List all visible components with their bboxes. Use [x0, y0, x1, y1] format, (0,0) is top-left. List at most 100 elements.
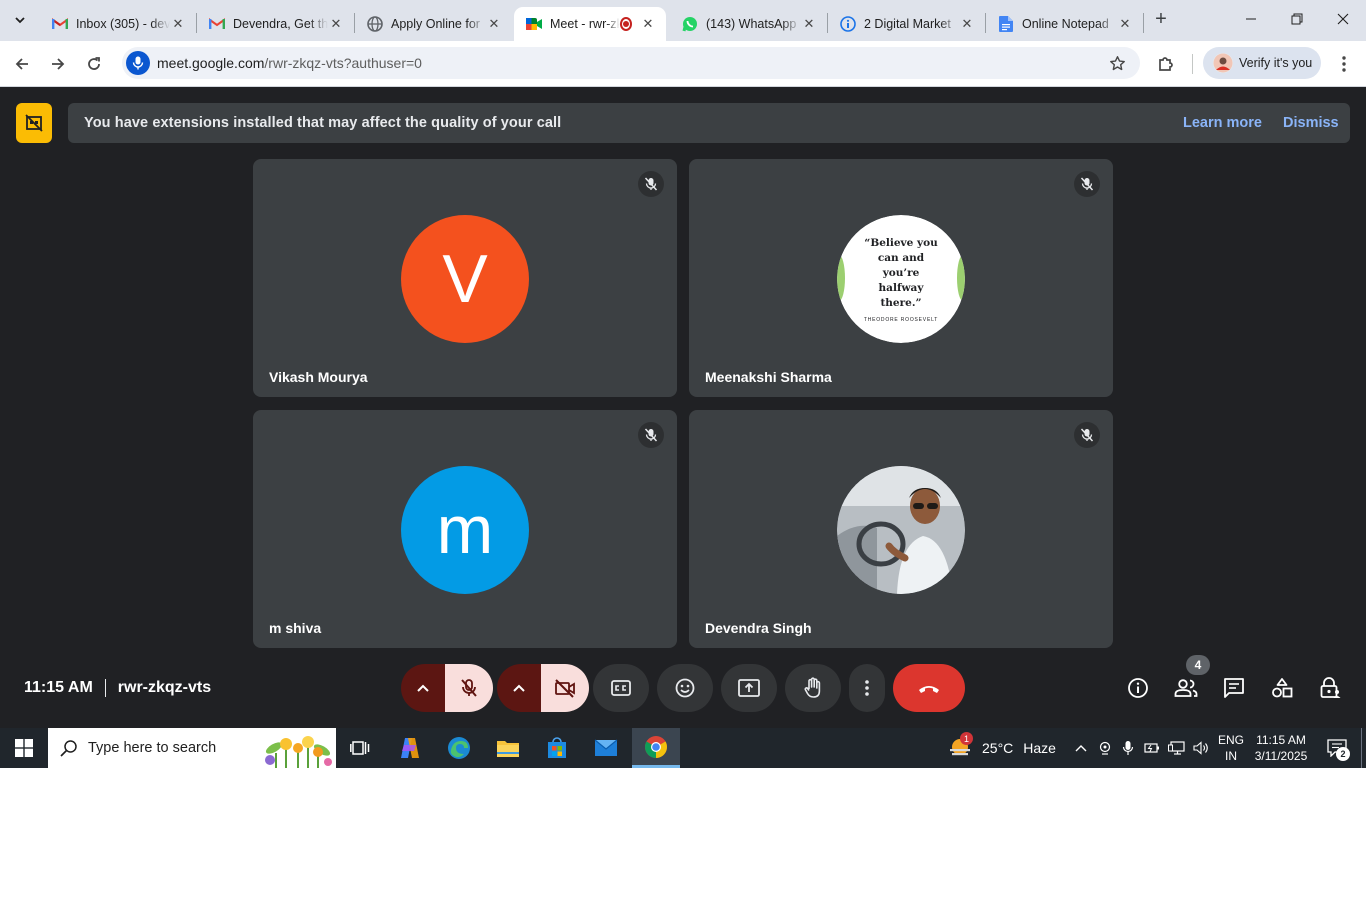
participant-name: Meenakshi Sharma: [705, 369, 832, 385]
taskbar-mail[interactable]: [582, 728, 630, 768]
microphone-toggle-button[interactable]: [445, 664, 493, 712]
url-host: meet.google.com: [157, 55, 265, 71]
close-icon[interactable]: ✕: [486, 16, 502, 32]
participant-tile[interactable]: V Vikash Mourya: [253, 159, 677, 397]
url-text: meet.google.com/rwr-zkqz-vts?authuser=0: [157, 55, 422, 71]
audio-settings-button[interactable]: [401, 664, 445, 712]
network-tray-icon[interactable]: [1165, 728, 1189, 768]
browser-menu-button[interactable]: [1330, 50, 1358, 78]
back-button[interactable]: [8, 50, 36, 78]
meet-call-area: You have extensions installed that may a…: [0, 87, 1366, 728]
bookmark-star-icon[interactable]: [1108, 54, 1126, 72]
taskbar-store[interactable]: [533, 728, 581, 768]
participant-tile[interactable]: m m shiva: [253, 410, 677, 648]
tab-online-notepad[interactable]: Online Notepad ✕: [986, 7, 1143, 41]
tab-digital-marketing[interactable]: 2 Digital Market ✕: [828, 7, 985, 41]
webcam-tray-icon[interactable]: [1094, 728, 1116, 768]
leave-call-button[interactable]: [893, 664, 965, 712]
taskbar-edge[interactable]: [435, 728, 483, 768]
participant-name: Devendra Singh: [705, 620, 812, 636]
start-button[interactable]: [0, 728, 48, 768]
weather-temperature: 25°C: [982, 740, 1014, 756]
present-control: [721, 664, 777, 712]
task-view-button[interactable]: [336, 728, 384, 768]
learn-more-link[interactable]: Learn more: [1183, 115, 1262, 131]
people-button[interactable]: [1171, 673, 1201, 703]
forward-button[interactable]: [44, 50, 72, 78]
spring-flowers-icon: [265, 736, 332, 768]
close-icon[interactable]: ✕: [170, 16, 186, 32]
chevron-down-icon: [15, 17, 25, 24]
minimize-button[interactable]: [1236, 6, 1266, 32]
close-icon[interactable]: ✕: [328, 16, 344, 32]
host-controls-button[interactable]: [1315, 673, 1345, 703]
close-icon[interactable]: ✕: [640, 16, 656, 32]
close-window-button[interactable]: [1328, 6, 1358, 32]
taskbar-file-explorer[interactable]: [484, 728, 532, 768]
captions-control: [593, 664, 649, 712]
chat-button[interactable]: [1219, 673, 1249, 703]
chat-icon: [1224, 678, 1244, 698]
meeting-details-button[interactable]: [1123, 673, 1153, 703]
edge-icon: [448, 737, 470, 759]
show-desktop-button[interactable]: [1361, 728, 1366, 768]
system-clock[interactable]: 11:15 AM 3/11/2025: [1250, 732, 1312, 764]
restore-button[interactable]: [1282, 6, 1312, 32]
tab-search-button[interactable]: [8, 8, 32, 32]
tab-apply-online[interactable]: Apply Online for ✕: [355, 7, 512, 41]
show-hidden-icons-button[interactable]: [1070, 728, 1092, 768]
mic-control-group: [401, 664, 493, 712]
notification-center-button[interactable]: 2: [1320, 728, 1354, 768]
profile-verify-button[interactable]: Verify it's you: [1203, 47, 1321, 79]
extension-warning-icon: [16, 103, 52, 143]
reactions-button[interactable]: [657, 664, 713, 712]
close-icon[interactable]: ✕: [801, 16, 817, 32]
raise-hand-button[interactable]: [785, 664, 841, 712]
tab-label: 2 Digital Market: [864, 17, 951, 31]
participant-tile[interactable]: Devendra Singh: [689, 410, 1113, 648]
chevron-up-icon: [513, 684, 525, 692]
tab-whatsapp[interactable]: (143) WhatsApp ✕: [670, 7, 827, 41]
quote-text: “Believe you can and you’re halfway ther…: [864, 236, 938, 309]
taskbar-chrome[interactable]: [632, 728, 680, 768]
tab-separator: [1143, 13, 1144, 33]
gmail-icon: [52, 16, 68, 32]
participant-tile[interactable]: “Believe you can and you’re halfway ther…: [689, 159, 1113, 397]
microphone-icon[interactable]: [126, 51, 150, 75]
closed-captions-icon: [611, 680, 631, 696]
present-screen-button[interactable]: [721, 664, 777, 712]
folder-icon: [497, 741, 519, 757]
weather-widget[interactable]: 1 25°C Haze: [948, 728, 1056, 768]
close-icon[interactable]: ✕: [959, 16, 975, 32]
input-language-indicator[interactable]: ENG IN: [1216, 732, 1246, 764]
present-to-all-icon: [738, 679, 760, 697]
recording-icon: [619, 17, 632, 31]
screen: Inbox (305) - dev ✕ Devendra, Get the ✕ …: [0, 0, 1366, 768]
taskbar-search-box[interactable]: Type here to search: [48, 728, 336, 768]
battery-tray-icon[interactable]: [1141, 728, 1163, 768]
new-tab-button[interactable]: +: [1150, 8, 1172, 30]
activities-button[interactable]: [1267, 673, 1297, 703]
microphone-tray-icon[interactable]: [1117, 728, 1139, 768]
taskbar-copilot[interactable]: [386, 728, 434, 768]
tab-inbox[interactable]: Inbox (305) - dev ✕: [40, 7, 196, 41]
store-icon: [548, 737, 566, 758]
dismiss-button[interactable]: Dismiss: [1283, 115, 1339, 131]
tab-label: Apply Online for: [391, 17, 480, 31]
reload-button[interactable]: [80, 50, 108, 78]
tab-devendra[interactable]: Devendra, Get the ✕: [197, 7, 354, 41]
more-options-button[interactable]: [849, 664, 885, 712]
volume-tray-icon[interactable]: [1190, 728, 1212, 768]
video-settings-button[interactable]: [497, 664, 541, 712]
captions-button[interactable]: [593, 664, 649, 712]
address-bar[interactable]: meet.google.com/rwr-zkqz-vts?authuser=0: [122, 47, 1140, 79]
tab-label: Inbox (305) - dev: [76, 17, 170, 31]
leaf-decoration: [957, 255, 965, 301]
close-icon[interactable]: ✕: [1117, 16, 1133, 32]
camera-toggle-button[interactable]: [541, 664, 589, 712]
toolbar-divider: [1192, 54, 1193, 74]
extensions-button[interactable]: [1152, 50, 1180, 78]
browser-toolbar: meet.google.com/rwr-zkqz-vts?authuser=0 …: [0, 41, 1366, 87]
tab-label: Online Notepad: [1022, 17, 1109, 31]
tab-meet[interactable]: Meet - rwr-zkqz ✕: [514, 7, 666, 41]
